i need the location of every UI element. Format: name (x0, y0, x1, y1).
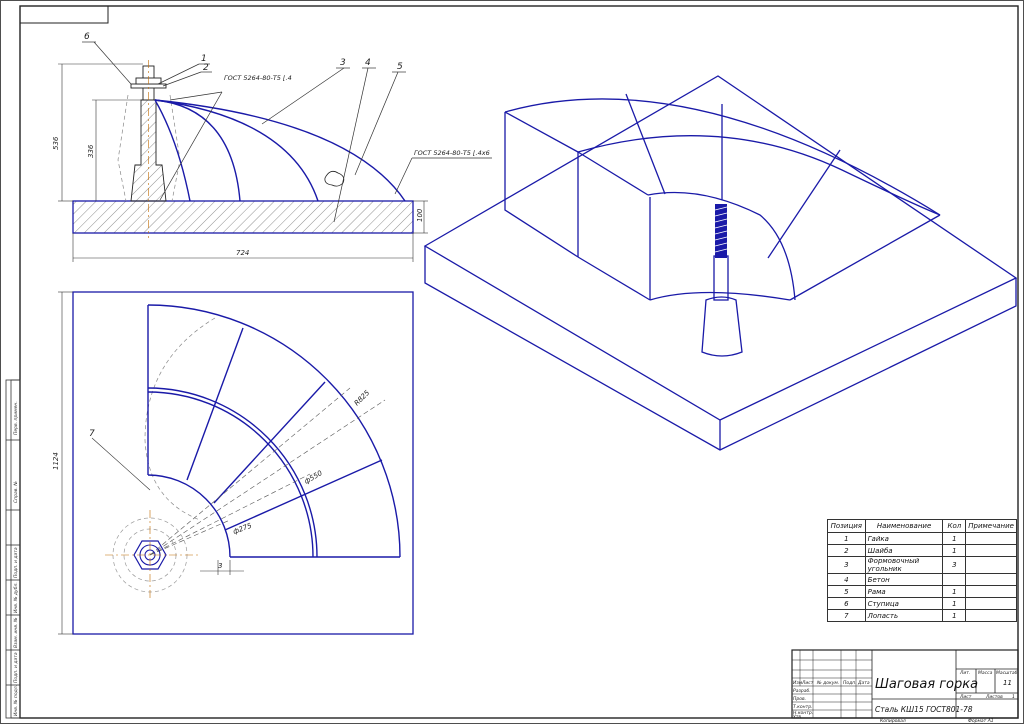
threaded-rod (714, 204, 728, 258)
slot (324, 170, 345, 187)
spec-note (965, 597, 1017, 610)
concrete-base (72, 200, 414, 234)
spec-pos: 2 (827, 544, 866, 557)
spec-header-row: Позиция Наименование Кол Примечание (827, 519, 1017, 533)
spec-table: Позиция Наименование Кол Примечание 1 Га… (827, 519, 1017, 622)
spec-header: Наименование (864, 519, 944, 533)
spec-pos: 5 (827, 585, 866, 598)
spec-qty (942, 573, 967, 586)
spec-qty: 1 (942, 544, 967, 557)
dim-r275: ф275 (232, 522, 253, 536)
vane (147, 304, 401, 558)
tb-list-label: Лист (959, 694, 972, 700)
spec-qty: 3 (942, 556, 967, 574)
spec-row: 2 Шайба 1 (827, 544, 1017, 557)
tb-listov-label: Листов (985, 694, 1003, 700)
part-label-3: 3 (340, 58, 346, 68)
spec-name: Шайба (864, 544, 944, 557)
spec-note (965, 544, 1017, 557)
spec-name: Бетон (864, 573, 944, 586)
spec-row: 5 Рама 1 (827, 585, 1017, 598)
drawing-title: Шаговая горка (875, 677, 978, 692)
weld-note-right: ГОСТ 5264-80-Т5 ⌊.4х6 (414, 149, 490, 157)
front-view: 6 1 2 3 4 5 ГОСТ 5264-80-Т5 ⌊.4 ГОСТ 526… (52, 32, 492, 262)
side-stamp-label: Справ. № (13, 481, 19, 503)
dim-gap: 3 (218, 562, 222, 570)
tb-utv: Утв. (793, 714, 802, 720)
part-label-4: 4 (365, 58, 371, 68)
dim-side: 1124 (52, 452, 60, 470)
spec-note (965, 585, 1017, 598)
tb-mass: Масса (978, 670, 993, 676)
part-label-5: 5 (397, 62, 403, 72)
tb-doc: № докум. (816, 680, 839, 686)
spec-row: 7 Лопасть 1 (827, 609, 1017, 622)
spec-name: Лопасть (864, 609, 944, 622)
tb-listov-value: 1 (1012, 694, 1015, 700)
top-view-frame (72, 291, 414, 635)
spec-name: Гайка (864, 532, 944, 545)
tb-tkontr: Т.контр. (793, 704, 813, 710)
material: Сталь КШ15 ГОСТ801-78 (875, 705, 973, 714)
spec-pos: 6 (827, 597, 866, 610)
spec-name: Рама (864, 585, 944, 598)
side-stamp-label: Взам. инв. № (13, 617, 19, 648)
spec-pos: 4 (827, 573, 866, 586)
dim-base-thickness: 100 (416, 208, 424, 222)
tb-copied: Копировал (880, 718, 906, 724)
weld-note-top: ГОСТ 5264-80-Т5 ⌊.4 (224, 74, 292, 82)
spec-qty: 1 (942, 597, 967, 610)
top-view: 1124 R825 ф550 ф275 3 7 (52, 291, 414, 635)
spec-note (965, 532, 1017, 545)
tb-prov: Пров. (793, 696, 806, 702)
sheet-count: 11 (1003, 679, 1012, 687)
tb-sign: Подп. (843, 680, 857, 686)
dim-width: 724 (236, 249, 249, 257)
spec-row: 3 Формовочный угольник 3 (827, 556, 1017, 574)
spec-pos: 7 (827, 609, 866, 622)
side-stamp-label: Перв. примен. (13, 401, 19, 435)
part-label-6: 6 (84, 32, 90, 42)
tb-scale: Масштаб (996, 670, 1018, 676)
dim-r825: R825 (353, 388, 372, 407)
tb-date: Дата (857, 680, 870, 686)
spec-note (965, 573, 1017, 586)
spec-pos: 3 (827, 556, 866, 574)
spec-note (965, 609, 1017, 622)
side-stamp-label: Инв. № дубл. (13, 582, 19, 613)
spec-pos: 1 (827, 532, 866, 545)
spec-qty: 1 (942, 532, 967, 545)
drawing-sheet: { "colors": { "line": "#1a1aa8", "thin":… (0, 0, 1024, 724)
part-label-7: 7 (89, 429, 95, 439)
dim-height-hub: 336 (87, 144, 95, 158)
hub-top (105, 510, 198, 600)
spec-name: Ступица (864, 597, 944, 610)
forming-angles (154, 99, 406, 202)
tb-razrab: Разраб. (793, 688, 811, 694)
spec-row: 1 Гайка 1 (827, 532, 1017, 545)
spec-qty: 1 (942, 609, 967, 622)
spec-note (965, 556, 1017, 574)
dim-height-total: 536 (52, 136, 60, 150)
tb-format: Формат А1 (968, 718, 994, 724)
side-stamp-label: Подп. и дата (13, 547, 19, 578)
spec-qty: 1 (942, 585, 967, 598)
isometric-view (423, 75, 1018, 451)
tb-list: Лист (801, 680, 814, 686)
side-stamp-label: Подп. и дата (13, 652, 19, 683)
dim-r550: ф550 (303, 469, 324, 486)
spec-header: Кол (942, 519, 967, 533)
spec-header: Примечание (965, 519, 1017, 533)
side-stamp-label: Инв. № подл. (13, 685, 19, 716)
spec-row: 4 Бетон (827, 573, 1017, 586)
tb-lit: Лит. (959, 670, 970, 676)
spec-header: Позиция (827, 519, 866, 533)
spec-name: Формовочный угольник (864, 556, 944, 574)
spec-row: 6 Ступица 1 (827, 597, 1017, 610)
part-label-2: 2 (203, 63, 209, 73)
